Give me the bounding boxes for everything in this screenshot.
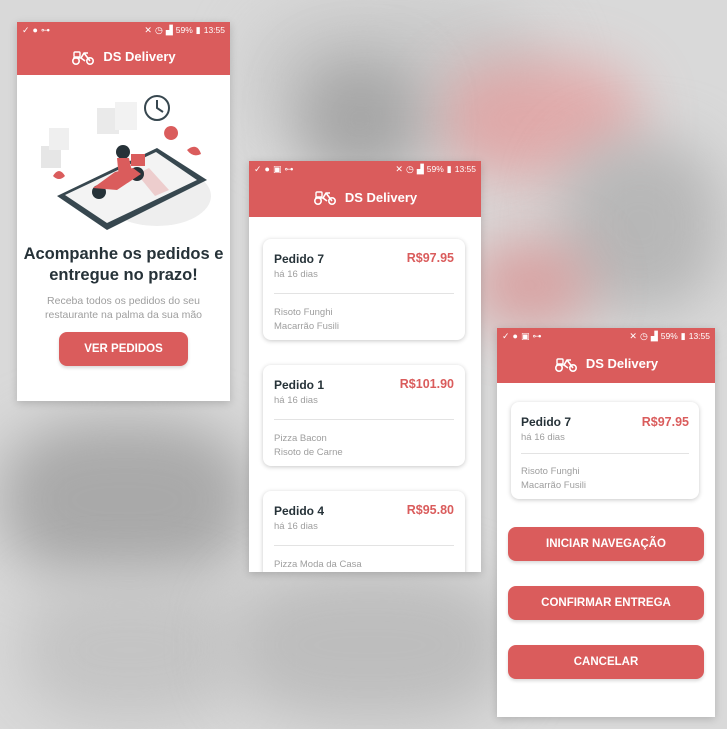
order-card[interactable]: Pedido 4 R$95.80 há 16 dias Pizza Moda d…	[263, 491, 465, 572]
order-price: R$97.95	[406, 251, 454, 265]
home-subtitle: Receba todos os pedidos do seu restauran…	[44, 295, 202, 321]
alarm-icon: ◷	[154, 24, 163, 35]
cancel-button[interactable]: CANCELAR	[508, 645, 704, 679]
scooter-icon	[72, 50, 95, 65]
clock: 13:55	[688, 331, 710, 341]
order-item: Macarrão Fusili	[521, 480, 586, 491]
order-name: Pedido 1	[274, 378, 325, 392]
app-title: DS Delivery	[103, 49, 176, 64]
signal-bars-icon: ▟	[416, 163, 424, 174]
image-icon: ▣	[272, 163, 282, 174]
app-header: DS Delivery	[249, 177, 481, 217]
battery-level: 59%	[175, 25, 193, 35]
alarm-icon: ◷	[405, 163, 414, 174]
order-time: há 16 dias	[521, 432, 565, 443]
confirm-delivery-button[interactable]: CONFIRMAR ENTREGA	[508, 586, 704, 620]
clock: 13:55	[203, 25, 225, 35]
order-price: R$95.80	[406, 503, 454, 517]
order-item: Risoto Funghi	[274, 307, 333, 318]
order-item: Risoto Funghi	[521, 466, 580, 477]
order-card[interactable]: Pedido 7 R$97.95 há 16 dias Risoto Fungh…	[263, 239, 465, 340]
notification-icon: ●	[32, 24, 38, 35]
status-bar: ✓ ● ▣ ⊶ ✕ ◷ ▟ 59% ▮ 13:55	[497, 328, 715, 344]
order-items: Pizza Bacon Risoto de Carne	[274, 432, 343, 460]
clock: 13:55	[454, 164, 476, 174]
orders-screen: ✓ ● ▣ ⊶ ✕ ◷ ▟ 59% ▮ 13:55 DS Delivery Pe…	[249, 161, 481, 572]
home-title: Acompanhe os pedidos e entregue no prazo…	[17, 244, 230, 286]
app-header: DS Delivery	[17, 38, 230, 75]
scooter-icon	[313, 191, 336, 205]
order-price: R$101.90	[399, 377, 454, 391]
order-time: há 16 dias	[274, 269, 318, 280]
alarm-icon: ◷	[639, 330, 648, 341]
delivery-scooter-illustration	[41, 95, 211, 230]
divider	[521, 453, 689, 454]
start-navigation-button[interactable]: INICIAR NAVEGAÇÃO	[508, 527, 704, 561]
status-bar: ✓ ● ▣ ⊶ ✕ ◷ ▟ 59% ▮ 13:55	[249, 161, 481, 177]
order-card: Pedido 7 R$97.95 há 16 dias Risoto Fungh…	[511, 402, 699, 499]
check-icon: ✓	[22, 24, 30, 35]
order-price: R$97.95	[641, 415, 689, 429]
battery-icon: ▮	[446, 163, 452, 174]
order-item: Pizza Bacon	[274, 433, 327, 444]
order-item: Macarrão Fusili	[274, 321, 339, 332]
check-icon: ✓	[502, 330, 510, 341]
signal-icon: ⊶	[532, 330, 542, 341]
order-items: Pizza Moda da Casa	[274, 558, 362, 572]
order-items: Risoto Funghi Macarrão Fusili	[274, 306, 339, 334]
scooter-icon	[554, 357, 577, 372]
status-bar: ✓ ● ⊶ ✕ ◷ ▟ 59% ▮ 13:55	[17, 22, 230, 38]
divider	[274, 293, 454, 294]
mute-icon: ✕	[395, 163, 403, 174]
order-name: Pedido 7	[274, 252, 325, 266]
order-item: Risoto de Carne	[274, 447, 343, 458]
order-detail-screen: ✓ ● ▣ ⊶ ✕ ◷ ▟ 59% ▮ 13:55 DS Delivery Pe…	[497, 328, 715, 717]
notification-icon: ●	[264, 163, 270, 174]
home-screen: ✓ ● ⊶ ✕ ◷ ▟ 59% ▮ 13:55 DS Delivery Acom…	[17, 22, 230, 401]
divider	[274, 545, 454, 546]
ver-pedidos-button[interactable]: VER PEDIDOS	[59, 332, 188, 366]
image-icon: ▣	[520, 330, 530, 341]
battery-icon: ▮	[680, 330, 686, 341]
home-title-line-2: entregue no prazo!	[49, 266, 198, 284]
order-card[interactable]: Pedido 1 R$101.90 há 16 dias Pizza Bacon…	[263, 365, 465, 466]
check-icon: ✓	[254, 163, 262, 174]
battery-icon: ▮	[195, 24, 201, 35]
order-items: Risoto Funghi Macarrão Fusili	[521, 465, 586, 493]
order-name: Pedido 4	[274, 504, 325, 518]
app-title: DS Delivery	[344, 189, 418, 205]
divider	[274, 419, 454, 420]
battery-level: 59%	[426, 164, 444, 174]
order-time: há 16 dias	[274, 521, 318, 532]
signal-bars-icon: ▟	[165, 24, 173, 35]
signal-icon: ⊶	[40, 24, 50, 35]
order-time: há 16 dias	[274, 395, 318, 406]
signal-icon: ⊶	[284, 163, 294, 174]
signal-bars-icon: ▟	[650, 330, 658, 341]
app-header: DS Delivery	[497, 344, 715, 383]
battery-level: 59%	[660, 331, 678, 341]
mute-icon: ✕	[144, 24, 152, 35]
home-title-line-1: Acompanhe os pedidos e	[23, 245, 224, 263]
mute-icon: ✕	[629, 330, 637, 341]
app-title: DS Delivery	[585, 356, 659, 371]
notification-icon: ●	[512, 330, 518, 341]
order-name: Pedido 7	[521, 415, 572, 429]
order-item: Pizza Moda da Casa	[274, 559, 362, 570]
